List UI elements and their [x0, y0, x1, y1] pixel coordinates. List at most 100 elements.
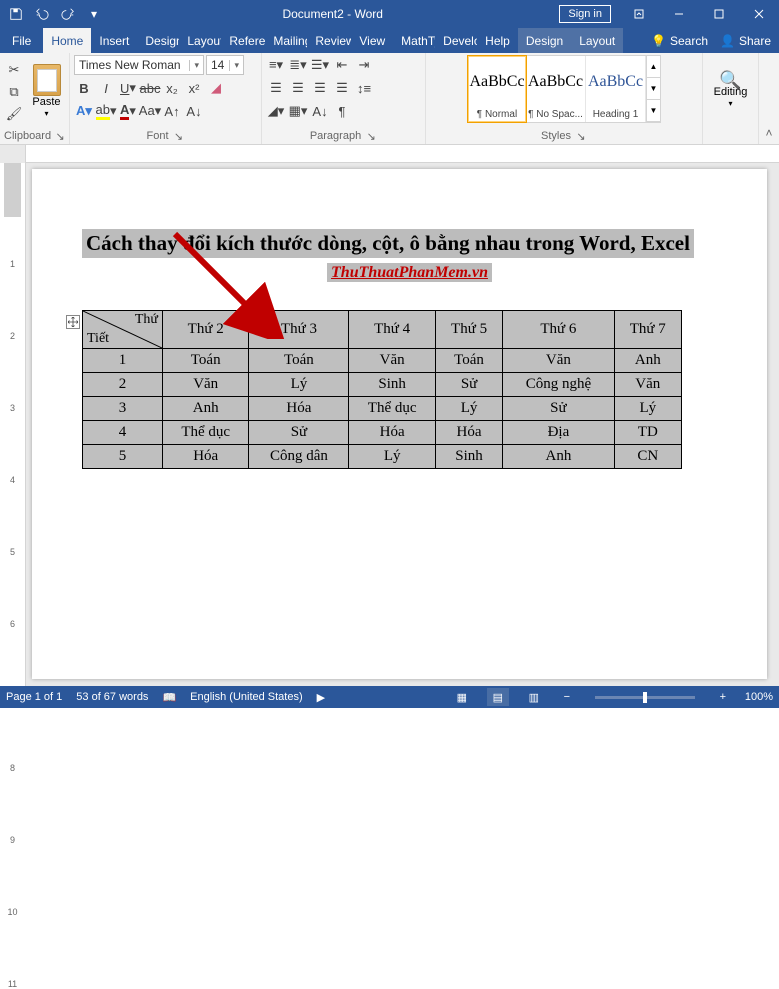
table-row[interactable]: Thứ Tiết Thứ 2Thứ 3Thứ 4Thứ 5Thứ 6Thứ 7 [83, 311, 682, 349]
collapse-ribbon-icon[interactable]: ˄ [765, 126, 772, 140]
table-cell[interactable]: Hóa [349, 421, 435, 445]
align-right-icon[interactable]: ☰ [310, 78, 330, 98]
table-header-cell[interactable]: Thứ 4 [349, 311, 435, 349]
table-cell[interactable]: Sử [249, 421, 349, 445]
ruler-vertical[interactable]: 1234567891011 [0, 163, 26, 688]
zoom-out-button[interactable]: − [559, 691, 575, 703]
status-proofing-icon[interactable]: 📖 [162, 691, 176, 704]
grow-font-icon[interactable]: A↑ [162, 101, 182, 121]
table-header-cell[interactable]: Thứ 3 [249, 311, 349, 349]
paragraph-dialog-launcher[interactable]: ↘ [365, 130, 377, 142]
bullets-icon[interactable]: ≡▾ [266, 55, 286, 75]
undo-icon[interactable] [30, 2, 54, 26]
table-cell[interactable]: Anh [614, 349, 681, 373]
close-icon[interactable] [739, 0, 779, 28]
justify-icon[interactable]: ☰ [332, 78, 352, 98]
tab-file[interactable]: File [0, 28, 43, 53]
ruler-horizontal[interactable]: 11234567891011121314151617 [0, 145, 779, 163]
table-cell[interactable]: Toán [163, 349, 249, 373]
shrink-font-icon[interactable]: A↓ [184, 101, 204, 121]
table-cell[interactable]: Lý [614, 397, 681, 421]
sort-icon[interactable]: A↓ [310, 101, 330, 121]
table-header-cell[interactable]: Thứ 7 [614, 311, 681, 349]
redo-icon[interactable] [56, 2, 80, 26]
tell-me-search[interactable]: 💡 Search [651, 34, 708, 48]
table-cell[interactable]: Hóa [163, 445, 249, 469]
table-cell[interactable]: Công nghệ [503, 373, 614, 397]
table-cell[interactable]: Sử [503, 397, 614, 421]
table-cell[interactable]: TD [614, 421, 681, 445]
table-cell[interactable]: 3 [83, 397, 163, 421]
tab-layout[interactable]: Layout [179, 28, 221, 53]
style-heading-1[interactable]: AaBbCc Heading 1 [586, 56, 646, 122]
line-spacing-icon[interactable]: ↕≡ [354, 78, 374, 98]
table-row[interactable]: 2VănLýSinhSửCông nghệVăn [83, 373, 682, 397]
table-cell[interactable]: Công dân [249, 445, 349, 469]
zoom-in-button[interactable]: + [715, 691, 731, 703]
table-row[interactable]: 1ToánToánVănToánVănAnh [83, 349, 682, 373]
editing-button[interactable]: 🔍 Editing ▾ [711, 55, 751, 128]
tab-developer[interactable]: Developer [435, 28, 477, 53]
copy-icon[interactable]: ⧉ [4, 82, 24, 102]
clipboard-dialog-launcher[interactable]: ↘ [55, 130, 65, 142]
maximize-icon[interactable] [699, 0, 739, 28]
zoom-slider[interactable] [595, 696, 695, 699]
table-cell[interactable]: 2 [83, 373, 163, 397]
style-normal[interactable]: AaBbCc ¶ Normal [467, 55, 527, 123]
tab-home[interactable]: Home [43, 28, 91, 53]
table-cell[interactable]: Sử [435, 373, 502, 397]
font-name-combo[interactable]: Times New Roman▾ [74, 55, 204, 75]
table-cell[interactable]: Toán [435, 349, 502, 373]
table-cell[interactable]: Địa [503, 421, 614, 445]
diagonal-header-cell[interactable]: Thứ Tiết [83, 311, 163, 349]
table-cell[interactable]: 1 [83, 349, 163, 373]
sign-in-button[interactable]: Sign in [559, 5, 611, 23]
table-cell[interactable]: Văn [503, 349, 614, 373]
status-language[interactable]: English (United States) [190, 691, 303, 703]
style-no-spacing[interactable]: AaBbCc ¶ No Spac... [526, 56, 586, 122]
numbering-icon[interactable]: ≣▾ [288, 55, 308, 75]
multilevel-list-icon[interactable]: ☰▾ [310, 55, 330, 75]
page-subtitle[interactable]: ThuThuatPhanMem.vn [82, 264, 737, 282]
page-title[interactable]: Cách thay đổi kích thước dòng, cột, ô bằ… [82, 229, 737, 258]
table-cell[interactable]: Sinh [435, 445, 502, 469]
decrease-indent-icon[interactable]: ⇤ [332, 55, 352, 75]
ribbon-display-icon[interactable] [619, 0, 659, 28]
minimize-icon[interactable] [659, 0, 699, 28]
table-header-cell[interactable]: Thứ 2 [163, 311, 249, 349]
bold-icon[interactable]: B [74, 78, 94, 98]
print-layout-icon[interactable]: ▤ [487, 688, 509, 706]
document-scroll[interactable]: Cách thay đổi kích thước dòng, cột, ô bằ… [26, 163, 779, 688]
qat-customize-icon[interactable]: ▾ [82, 2, 106, 26]
zoom-level[interactable]: 100% [745, 691, 773, 703]
strikethrough-icon[interactable]: abc [140, 78, 160, 98]
schedule-table[interactable]: Thứ Tiết Thứ 2Thứ 3Thứ 4Thứ 5Thứ 6Thứ 7 … [82, 310, 682, 469]
subscript-icon[interactable]: x₂ [162, 78, 182, 98]
status-page[interactable]: Page 1 of 1 [6, 691, 62, 703]
table-cell[interactable]: Thể dục [349, 397, 435, 421]
tab-table-layout[interactable]: Layout [571, 28, 623, 53]
save-icon[interactable] [4, 2, 28, 26]
table-cell[interactable]: Hóa [435, 421, 502, 445]
table-move-handle-icon[interactable] [66, 315, 80, 329]
table-cell[interactable]: Anh [503, 445, 614, 469]
highlight-color-icon[interactable]: ab▾ [96, 101, 116, 121]
styles-scroll-down-icon[interactable]: ▼ [647, 78, 660, 100]
table-cell[interactable]: CN [614, 445, 681, 469]
styles-dialog-launcher[interactable]: ↘ [575, 130, 587, 142]
font-dialog-launcher[interactable]: ↘ [173, 130, 185, 142]
tab-mailings[interactable]: Mailings [265, 28, 307, 53]
tab-references[interactable]: References [221, 28, 265, 53]
table-cell[interactable]: Anh [163, 397, 249, 421]
superscript-icon[interactable]: x² [184, 78, 204, 98]
table-cell[interactable]: Văn [163, 373, 249, 397]
tab-review[interactable]: Review [307, 28, 351, 53]
table-cell[interactable]: Lý [349, 445, 435, 469]
status-words[interactable]: 53 of 67 words [76, 691, 148, 703]
text-effects-icon[interactable]: A▾ [74, 101, 94, 121]
status-macro-icon[interactable]: ▶ [317, 691, 325, 704]
cut-icon[interactable]: ✂ [4, 60, 24, 80]
table-row[interactable]: 5HóaCông dânLýSinhAnhCN [83, 445, 682, 469]
tab-view[interactable]: View [351, 28, 393, 53]
table-header-cell[interactable]: Thứ 5 [435, 311, 502, 349]
